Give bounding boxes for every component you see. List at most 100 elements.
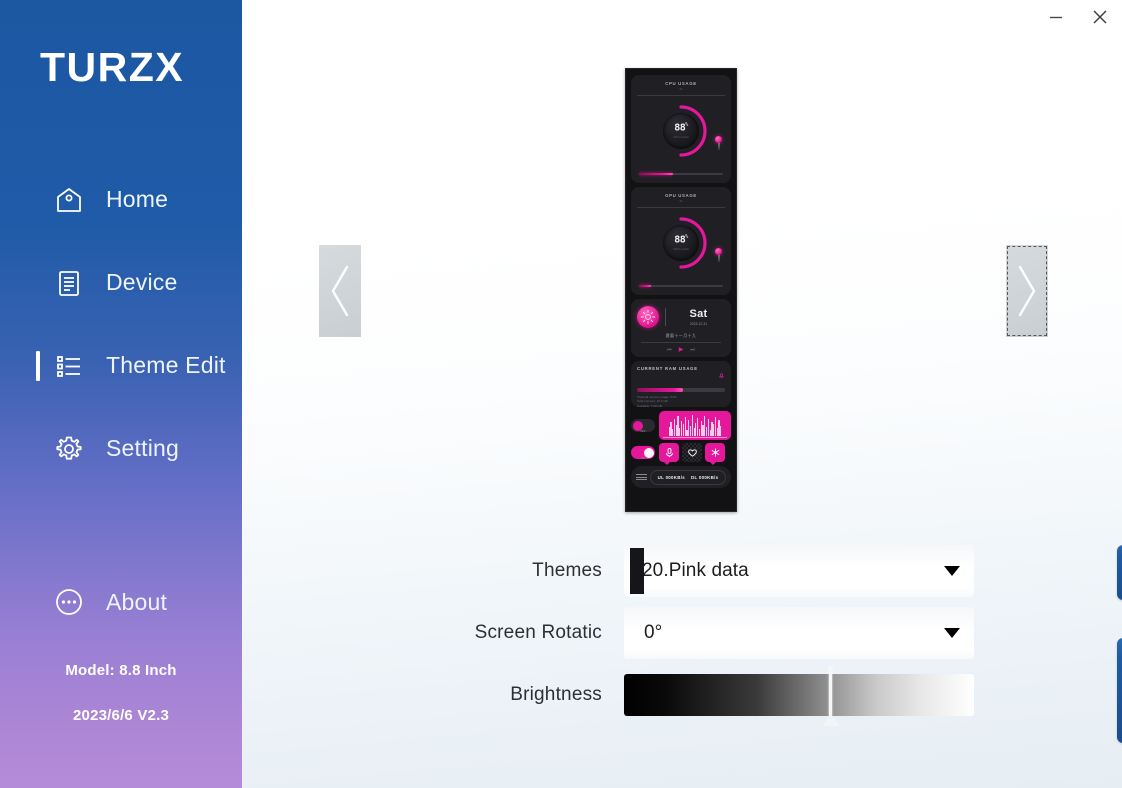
theme-thumbnail	[630, 548, 644, 594]
cpu-bar-track	[639, 173, 723, 175]
gpu-gauge-hub: 88% GPU LOAD	[663, 225, 699, 261]
gpu-card-title: GPU USAGE	[665, 193, 697, 198]
gpu-bar-track	[639, 285, 723, 287]
media-play-icon[interactable]: ▶	[679, 346, 684, 353]
sidebar-item-setting[interactable]: Setting	[0, 407, 242, 490]
chevron-left-icon	[327, 261, 353, 321]
toggle-knob	[643, 447, 654, 458]
toggle-knob	[632, 420, 643, 431]
brightness-track[interactable]	[624, 674, 974, 716]
close-button[interactable]	[1078, 1, 1122, 33]
preview-date-card: Sat 2023-12-31 農曆十一月十九 ⏮ ▶ ⏭	[631, 299, 731, 357]
cpu-gauge-hub: 88% CPU LOAD	[663, 113, 699, 149]
cpu-card-title: CPU USAGE	[665, 81, 697, 86]
date-text: 2023-12-31	[689, 321, 708, 326]
sidebar-item-device[interactable]: Device	[0, 241, 242, 324]
app-window: TURZX Home Device Theme Edit Setting Abo…	[0, 0, 1122, 788]
tooltip-tail	[710, 462, 716, 465]
prev-theme-button[interactable]	[319, 245, 361, 337]
sidebar-item-label: Home	[106, 186, 169, 212]
device-preview[interactable]: CPU USAGE % 88% CPU LOAD GPU USAGE % 88%…	[625, 68, 737, 512]
titlebar	[1034, 0, 1122, 34]
media-controls: ⏮ ▶ ⏭	[637, 346, 725, 354]
gauge-marker-dot	[715, 136, 722, 143]
sidebar-item-theme-edit[interactable]: Theme Edit	[0, 324, 242, 407]
brightness-label: Brightness	[510, 684, 602, 705]
chevron-right-icon	[1014, 261, 1040, 321]
run-button[interactable]: Run	[1117, 638, 1122, 743]
sidebar-item-label: Device	[106, 269, 178, 295]
version-text: 2023/6/6 V2.3	[72, 707, 169, 724]
action-buttons: SetBackground Run	[1117, 545, 1122, 743]
cpu-gauge: 88% CPU LOAD	[631, 96, 731, 160]
toggle-label: OFF	[640, 430, 646, 432]
toggle-icons-row: ON	[631, 443, 731, 465]
sidebar-nav: Home Device Theme Edit Setting	[0, 158, 242, 490]
cpu-card-subtitle: %	[679, 87, 683, 91]
preview-network-card: UL 000KB/s DL 000KB/s	[631, 466, 731, 488]
gpu-caption: GPU LOAD	[673, 246, 689, 251]
rotation-label: Screen Rotatic	[474, 622, 602, 643]
brightness-pointer-icon	[821, 714, 840, 726]
gauge-marker-dot	[715, 248, 722, 255]
themes-select[interactable]: 20.Pink data	[624, 545, 974, 597]
model-text: Model: 8.8 Inch	[65, 662, 177, 679]
themes-label: Themes	[532, 560, 602, 581]
media-prev-icon[interactable]: ⏮	[667, 347, 672, 353]
preview-gpu-card: GPU USAGE % 88% GPU LOAD	[631, 187, 731, 295]
heart-icon[interactable]	[682, 443, 702, 462]
gpu-card-subtitle: %	[679, 199, 683, 203]
weekday-text: Sat	[689, 307, 708, 320]
divider	[641, 342, 721, 343]
network-pill: UL 000KB/s DL 000KB/s	[650, 469, 726, 485]
upload-speed-text: UL 000KB/s	[657, 474, 685, 480]
preview-ram-card: CURRENT RAM USAGE Physical memory usage:…	[631, 361, 731, 407]
sidebar-item-label: Setting	[106, 435, 180, 461]
chevron-down-icon	[944, 566, 960, 576]
toggle-switch-on[interactable]: ON	[631, 446, 655, 459]
media-next-icon[interactable]: ⏭	[690, 347, 695, 353]
ram-card-head: CURRENT RAM USAGE	[637, 366, 725, 384]
minimize-button[interactable]	[1034, 1, 1078, 33]
sidebar-item-label: Theme Edit	[106, 352, 226, 378]
sidebar-item-about[interactable]: About	[0, 575, 242, 629]
gear-icon	[52, 432, 86, 466]
gpu-bar-fill	[639, 285, 651, 287]
cpu-caption: CPU LOAD	[673, 134, 689, 139]
equalizer-baseline	[663, 436, 727, 438]
rotation-value: 0°	[644, 622, 663, 643]
about-label: About	[106, 588, 168, 615]
about-block: About Model: 8.8 Inch 2023/6/6 V2.3	[0, 575, 242, 724]
home-icon	[52, 183, 86, 217]
next-theme-button[interactable]	[1006, 245, 1048, 337]
gpu-gauge: 88% GPU LOAD	[631, 208, 731, 272]
ellipsis-circle-icon	[52, 585, 86, 619]
lunar-date-text: 農曆十一月十九	[665, 333, 697, 338]
tooltip-tail	[664, 462, 670, 465]
chevron-down-icon	[944, 628, 960, 638]
brightness-row: Brightness	[242, 664, 1122, 726]
mic-icon[interactable]	[659, 443, 679, 465]
toggle-switch-off[interactable]: OFF	[631, 419, 655, 432]
brightness-thumb[interactable]	[829, 666, 832, 716]
brightness-slider[interactable]	[624, 666, 974, 726]
divider	[665, 308, 666, 326]
date-card-right: Sat 2023-12-31	[672, 307, 725, 326]
ram-card-title: CURRENT RAM USAGE	[637, 366, 698, 371]
rotation-row: Screen Rotatic 0°	[242, 602, 1122, 664]
themes-row: Themes 20.Pink data	[242, 540, 1122, 602]
sidebar-item-home[interactable]: Home	[0, 158, 242, 241]
set-background-button[interactable]: SetBackground	[1117, 545, 1122, 600]
list-icon	[52, 349, 86, 383]
toggle-eq-row: OFF	[631, 411, 731, 440]
main-panel: CPU USAGE % 88% CPU LOAD GPU USAGE % 88%…	[242, 0, 1122, 788]
snowflake-icon[interactable]	[705, 443, 725, 465]
download-speed-text: DL 000KB/s	[691, 474, 719, 480]
ram-line: Available: 7.68 GB	[637, 403, 662, 407]
rotation-select[interactable]: 0°	[624, 607, 974, 659]
ram-bar-fill	[637, 388, 683, 392]
gpu-value: 88%	[674, 234, 688, 246]
preview-cpu-card: CPU USAGE % 88% CPU LOAD	[631, 75, 731, 183]
gauge-marker-stem	[717, 143, 720, 150]
bell-icon	[718, 366, 725, 384]
